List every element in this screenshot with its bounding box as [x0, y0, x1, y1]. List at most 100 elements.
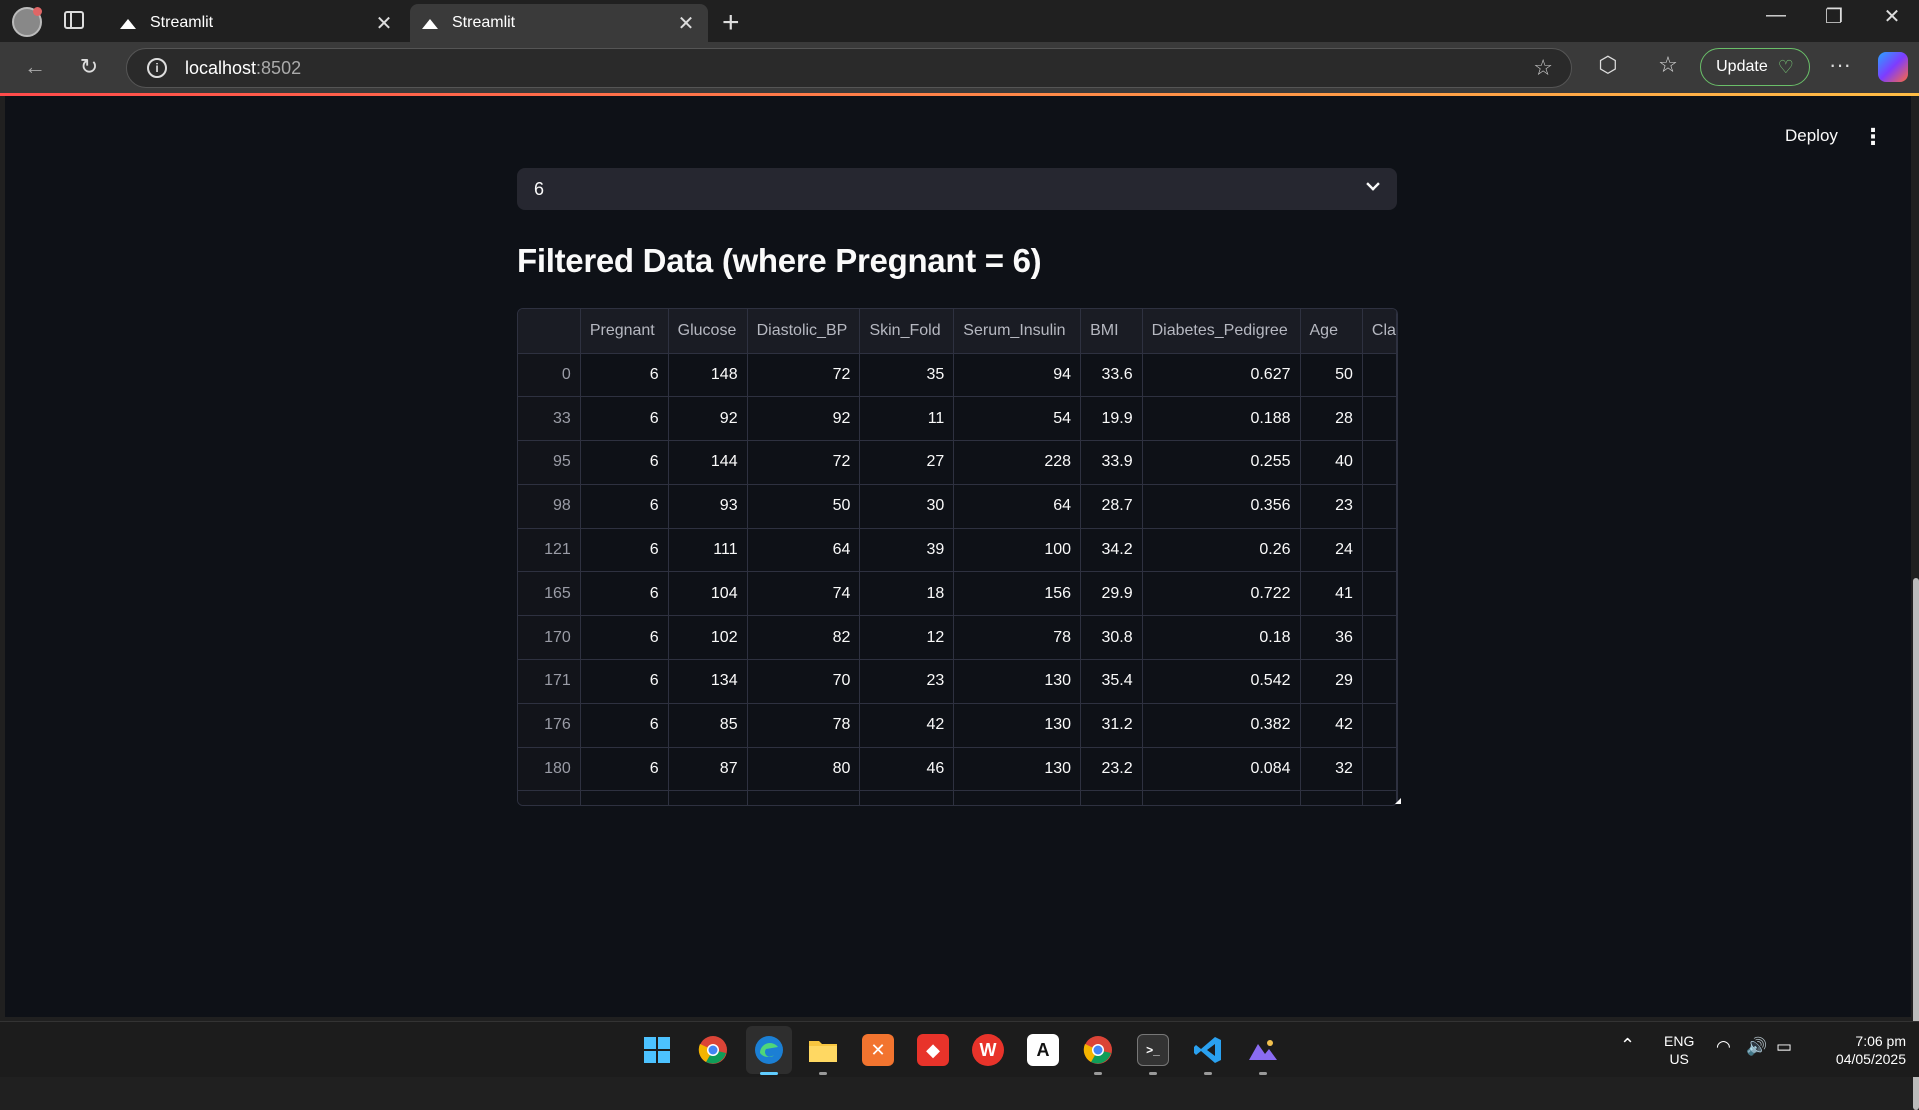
table-cell[interactable]: 24	[1300, 528, 1363, 573]
column-header[interactable]: Diabetes_Pedigree	[1142, 309, 1301, 354]
restore-icon[interactable]: ❐	[1806, 4, 1862, 29]
row-index-cell[interactable]: 171	[518, 659, 581, 704]
table-cell[interactable]: 6	[580, 659, 669, 704]
table-cell[interactable]: 35.4	[1080, 659, 1143, 704]
table-cell[interactable]: 30	[859, 484, 955, 529]
table-cell[interactable]: 12	[859, 615, 955, 661]
favorite-star-icon[interactable]: ☆	[1533, 55, 1553, 81]
table-cell[interactable]: 0.722	[1142, 571, 1301, 617]
table-cell[interactable]: 87	[668, 747, 748, 792]
table-cell[interactable]: 92	[747, 396, 861, 442]
table-cell[interactable]: 93	[668, 484, 748, 529]
font-app-icon[interactable]: A	[1027, 1034, 1059, 1066]
table-cell[interactable]: 72	[747, 353, 861, 398]
filtered-dataframe[interactable]: Pregnant Glucose Diastolic_BP Skin_Fold …	[517, 308, 1398, 806]
table-cell[interactable]: 78	[747, 703, 861, 748]
table-cell[interactable]: 42	[859, 703, 955, 748]
table-cell[interactable]	[580, 790, 669, 805]
table-cell[interactable]	[859, 790, 955, 805]
table-row[interactable]: 121 6 111 64 39 100 34.2 0.26 24	[518, 528, 1397, 573]
table-cell[interactable]	[1362, 790, 1397, 805]
table-cell[interactable]: 130	[953, 747, 1082, 792]
column-header[interactable]	[518, 309, 581, 354]
table-cell[interactable]: 0.356	[1142, 484, 1301, 529]
table-cell[interactable]	[1362, 703, 1397, 748]
site-info-icon[interactable]: i	[147, 58, 167, 78]
table-cell[interactable]: 102	[668, 615, 748, 661]
row-index-cell[interactable]: 95	[518, 440, 581, 485]
address-bar[interactable]: i localhost:8502 ☆	[126, 48, 1572, 88]
close-window-icon[interactable]: ✕	[1864, 4, 1919, 29]
table-row[interactable]: 180 6 87 80 46 130 23.2 0.084 32	[518, 747, 1397, 792]
row-index-cell[interactable]: 33	[518, 396, 581, 442]
table-cell[interactable]: 74	[747, 571, 861, 617]
table-cell[interactable]: 148	[668, 353, 748, 398]
table-cell[interactable]: 19.9	[1080, 396, 1143, 442]
profile-avatar[interactable]	[12, 7, 42, 37]
wps-office-icon[interactable]: W	[972, 1034, 1004, 1066]
table-cell[interactable]: 54	[953, 396, 1082, 442]
table-cell[interactable]: 78	[953, 615, 1082, 661]
row-index-cell[interactable]: 165	[518, 571, 581, 617]
extensions-icon[interactable]: ⬡	[1592, 52, 1624, 78]
copilot-icon[interactable]	[1878, 52, 1908, 82]
table-cell[interactable]: 40	[1300, 440, 1363, 485]
close-tab-icon[interactable]: ✕	[374, 11, 394, 36]
table-cell[interactable]: 23	[859, 659, 955, 704]
table-cell[interactable]: 0.18	[1142, 615, 1301, 661]
table-cell[interactable]: 104	[668, 571, 748, 617]
tab-actions-icon[interactable]	[64, 11, 84, 29]
table-cell[interactable]: 11	[859, 396, 955, 442]
volume-icon[interactable]: 🔊	[1746, 1038, 1767, 1056]
table-row[interactable]: 0 6 148 72 35 94 33.6 0.627 50	[518, 353, 1397, 398]
column-header[interactable]: Skin_Fold	[859, 309, 955, 354]
table-cell[interactable]: 41	[1300, 571, 1363, 617]
table-cell[interactable]: 6	[580, 571, 669, 617]
xampp-icon[interactable]: ✕	[862, 1034, 894, 1066]
git-app-icon[interactable]: ◆	[917, 1034, 949, 1066]
table-cell[interactable]	[1142, 790, 1301, 805]
table-cell[interactable]: 6	[580, 440, 669, 485]
close-tab-icon[interactable]: ✕	[676, 11, 696, 36]
table-cell[interactable]	[1362, 396, 1397, 442]
photos-app-icon[interactable]	[1247, 1034, 1279, 1066]
table-cell[interactable]: 29	[1300, 659, 1363, 704]
vscode-icon[interactable]	[1192, 1034, 1224, 1066]
table-cell[interactable]: 36	[1300, 615, 1363, 661]
table-cell[interactable]: 23	[1300, 484, 1363, 529]
chrome-icon[interactable]	[697, 1034, 729, 1066]
table-cell[interactable]: 6	[580, 353, 669, 398]
table-cell[interactable]: 80	[747, 747, 861, 792]
table-cell[interactable]: 82	[747, 615, 861, 661]
table-cell[interactable]: 6	[580, 484, 669, 529]
file-explorer-icon[interactable]	[807, 1034, 839, 1066]
table-cell[interactable]: 156	[953, 571, 1082, 617]
table-cell[interactable]: 39	[859, 528, 955, 573]
table-cell[interactable]: 27	[859, 440, 955, 485]
table-row[interactable]	[518, 790, 1397, 805]
table-cell[interactable]: 42	[1300, 703, 1363, 748]
table-cell[interactable]	[668, 790, 748, 805]
row-index-cell[interactable]: 176	[518, 703, 581, 748]
table-cell[interactable]: 33.6	[1080, 353, 1143, 398]
table-cell[interactable]: 64	[953, 484, 1082, 529]
table-cell[interactable]: 85	[668, 703, 748, 748]
table-cell[interactable]: 144	[668, 440, 748, 485]
row-index-cell[interactable]: 121	[518, 528, 581, 573]
table-cell[interactable]: 0.627	[1142, 353, 1301, 398]
table-cell[interactable]: 228	[953, 440, 1082, 485]
battery-icon[interactable]: ▭	[1776, 1038, 1792, 1056]
row-index-cell[interactable]: 98	[518, 484, 581, 529]
main-menu-icon[interactable]: ⋮	[1862, 124, 1884, 150]
more-menu-icon[interactable]: ···	[1824, 52, 1856, 78]
column-header[interactable]: Pregnant	[580, 309, 669, 354]
table-cell[interactable]: 32	[1300, 747, 1363, 792]
table-cell[interactable]: 6	[580, 747, 669, 792]
column-header[interactable]: Glucose	[668, 309, 748, 354]
table-row[interactable]: 176 6 85 78 42 130 31.2 0.382 42	[518, 703, 1397, 748]
browser-tab-1[interactable]: Streamlit ✕	[108, 4, 406, 42]
table-cell[interactable]: 18	[859, 571, 955, 617]
table-cell[interactable]: 6	[580, 528, 669, 573]
table-cell[interactable]: 28.7	[1080, 484, 1143, 529]
favorites-icon[interactable]: ☆	[1652, 52, 1684, 78]
